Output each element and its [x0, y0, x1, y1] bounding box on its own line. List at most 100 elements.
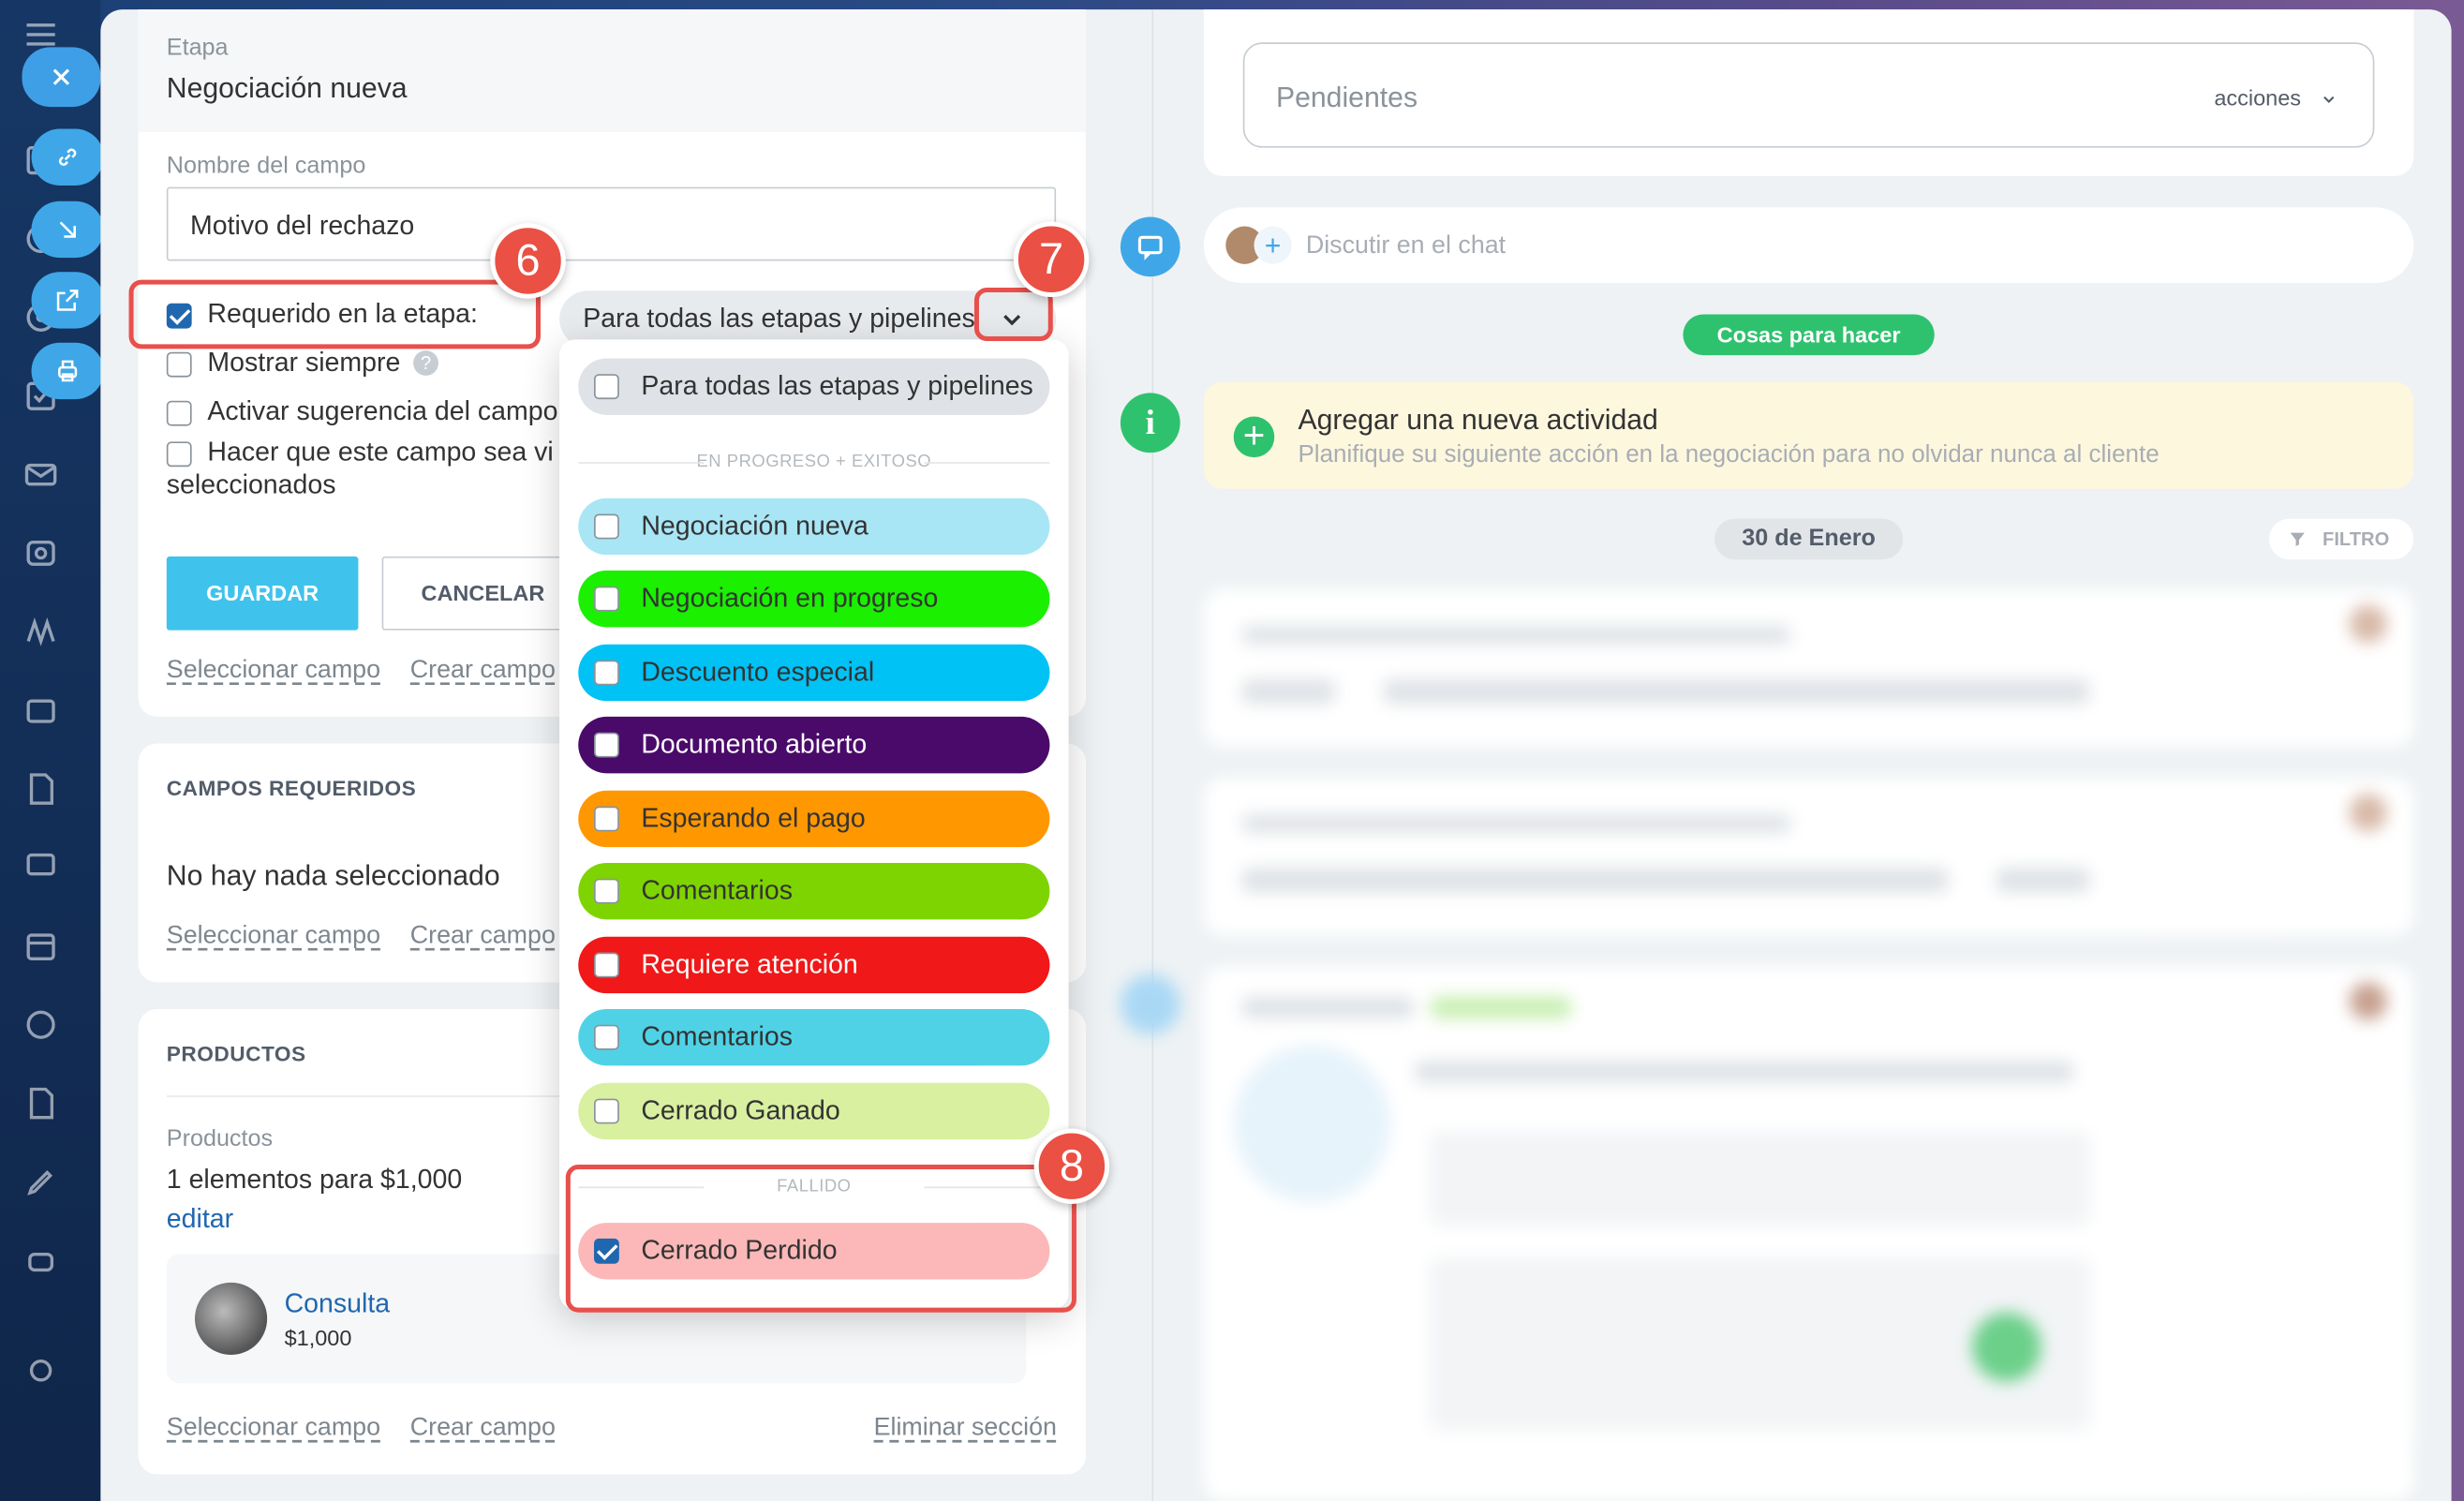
option-stage[interactable]: Esperando el pago	[578, 790, 1050, 848]
help-icon[interactable]: ?	[413, 350, 438, 376]
settings-icon[interactable]	[22, 1352, 59, 1390]
step-badge-8: 8	[1033, 1128, 1110, 1204]
option-stage[interactable]: Cerrado Ganado	[578, 1082, 1050, 1140]
option-label: Documento abierto	[641, 729, 868, 760]
option-stage[interactable]: Comentarios	[578, 862, 1050, 920]
option-stage[interactable]: Comentarios	[578, 1008, 1050, 1066]
required-section-title: CAMPOS REQUERIDOS	[166, 776, 417, 800]
option-stage[interactable]: Negociación en progreso	[578, 570, 1050, 628]
copy-link-button[interactable]	[31, 128, 104, 186]
stage-value: Negociación nueva	[166, 72, 408, 104]
add-participant-icon[interactable]: +	[1254, 226, 1292, 264]
pen-icon[interactable]	[22, 1163, 59, 1200]
delete-section-link[interactable]: Eliminar sección	[874, 1415, 1057, 1443]
open-new-window-button[interactable]	[31, 272, 104, 329]
product-price: $1,000	[284, 1325, 352, 1350]
group-progress-label: EN PROGRESO + EXITOSO	[578, 453, 1050, 471]
products-create-field-link[interactable]: Crear campo	[410, 1415, 556, 1443]
chat-icon	[1120, 216, 1180, 277]
products-section-title: PRODUCTOS	[166, 1042, 306, 1066]
option-stage[interactable]: Requiere atención	[578, 936, 1050, 994]
sites-icon[interactable]	[22, 613, 59, 650]
close-button[interactable]	[22, 47, 101, 108]
stage-select-value: Para todas las etapas y pipelines	[583, 303, 975, 334]
show-always-checkbox[interactable]	[166, 351, 192, 378]
products-select-field-link[interactable]: Seleccionar campo	[167, 1415, 380, 1443]
option-checkbox[interactable]	[594, 1024, 619, 1050]
option-stage[interactable]: Negociación nueva	[578, 498, 1050, 556]
actions-dropdown[interactable]: acciones	[2214, 85, 2301, 111]
option-stage[interactable]: Descuento especial	[578, 644, 1050, 702]
calendar-icon[interactable]	[22, 928, 59, 965]
option-label: Comentarios	[641, 1021, 793, 1052]
filter-button[interactable]: FILTRO	[2269, 518, 2414, 560]
visible-checkbox[interactable]	[166, 441, 192, 468]
option-label: Esperando el pago	[641, 803, 866, 834]
option-label: Descuento especial	[641, 657, 875, 688]
download-icon	[59, 221, 76, 238]
option-stage[interactable]: Documento abierto	[578, 716, 1050, 774]
required-select-field-link[interactable]: Seleccionar campo	[167, 923, 380, 951]
select-field-link[interactable]: Seleccionar campo	[167, 657, 380, 685]
product-name[interactable]: Consulta	[285, 1289, 391, 1321]
plus-icon[interactable]: +	[1233, 416, 1275, 458]
board-icon[interactable]	[22, 849, 59, 886]
option-checkbox[interactable]	[594, 660, 619, 686]
date-pill: 30 de Enero	[1714, 518, 1904, 560]
add-activity-card[interactable]: + Agregar una nueva actividad Planifique…	[1203, 381, 2414, 489]
document-icon[interactable]	[22, 770, 59, 808]
collapse-button[interactable]	[31, 201, 104, 259]
option-checkbox[interactable]	[594, 374, 619, 400]
activity-description: Planifique su siguiente acción en la neg…	[1298, 441, 2160, 468]
mail-icon[interactable]	[22, 455, 59, 493]
option-label: Negociación nueva	[641, 511, 868, 542]
option-all-stages[interactable]: Para todas las etapas y pipelines	[578, 358, 1050, 415]
visible-label-line1: Hacer que este campo sea vi	[207, 437, 554, 468]
chat-input[interactable]: Discutir en el chat	[1306, 232, 1506, 260]
chat-bar[interactable]: + Discutir en el chat	[1203, 207, 2414, 283]
link-icon	[58, 148, 77, 166]
save-button[interactable]: GUARDAR	[166, 556, 359, 631]
create-field-link[interactable]: Crear campo	[410, 657, 556, 685]
required-create-field-link[interactable]: Crear campo	[410, 923, 556, 951]
store-icon[interactable]	[22, 691, 59, 729]
option-checkbox[interactable]	[594, 952, 619, 978]
suggestion-checkbox[interactable]	[166, 400, 192, 426]
pending-label: Pendientes	[1275, 82, 1418, 113]
highlight-failed-group	[565, 1165, 1076, 1313]
print-button[interactable]	[31, 342, 104, 400]
option-label: Cerrado Ganado	[641, 1095, 840, 1126]
printer-icon	[58, 360, 78, 382]
show-always-label: Mostrar siempre	[207, 347, 401, 378]
circle-icon[interactable]	[22, 1006, 59, 1044]
todo-pill: Cosas para hacer	[1683, 314, 1935, 356]
pending-box[interactable]: Pendientes acciones	[1242, 42, 2375, 148]
required-empty-text: No hay nada seleccionado	[166, 859, 500, 892]
visible-label-line2: seleccionados	[166, 469, 336, 500]
cancel-button[interactable]: CANCELAR	[381, 556, 586, 631]
option-checkbox[interactable]	[594, 878, 619, 904]
products-label: Productos	[166, 1125, 274, 1152]
step-badge-6: 6	[490, 223, 566, 299]
robot-icon[interactable]	[22, 1241, 59, 1279]
camera-icon[interactable]	[22, 534, 59, 572]
stage-label: Etapa	[166, 34, 229, 62]
option-checkbox[interactable]	[594, 732, 619, 758]
option-checkbox[interactable]	[594, 586, 619, 612]
info-icon: i	[1120, 393, 1180, 453]
step-badge-7: 7	[1013, 221, 1090, 298]
chevron-down-icon	[2323, 96, 2335, 103]
option-label: Requiere atención	[641, 949, 858, 980]
products-summary: 1 elementos para $1,000	[166, 1165, 463, 1195]
edit-doc-icon[interactable]	[22, 1084, 59, 1122]
option-checkbox[interactable]	[594, 1098, 619, 1124]
products-edit-link[interactable]: editar	[167, 1204, 233, 1236]
field-name-input[interactable]: Motivo del rechazo	[166, 186, 1057, 261]
option-checkbox[interactable]	[594, 513, 619, 540]
option-checkbox[interactable]	[594, 806, 619, 832]
highlight-required	[128, 279, 541, 349]
option-label: Negociación en progreso	[641, 583, 939, 614]
pending-card: Pendientes acciones	[1203, 9, 2414, 176]
activity-title: Agregar una nueva actividad	[1298, 404, 1658, 436]
stage-header	[138, 9, 1087, 132]
